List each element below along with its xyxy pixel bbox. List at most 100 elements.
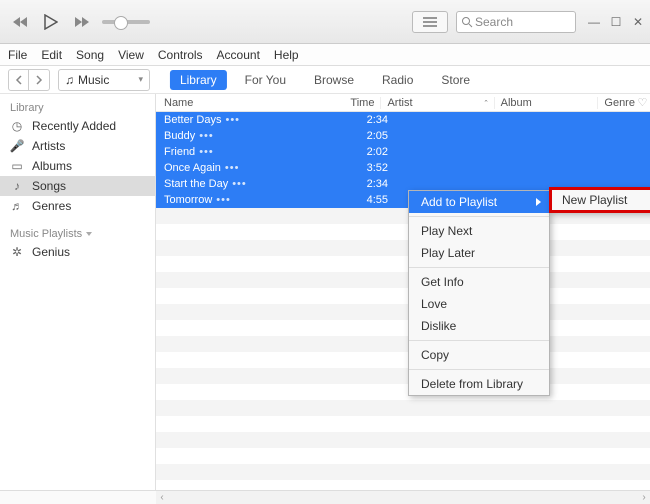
menu-edit[interactable]: Edit — [41, 48, 62, 62]
list-view-button[interactable] — [412, 11, 448, 33]
menu-file[interactable]: File — [8, 48, 27, 62]
sidebar-item-label: Albums — [32, 159, 72, 173]
maximize-button[interactable]: ☐ — [610, 15, 622, 29]
context-menu-item[interactable]: Play Later — [409, 242, 549, 264]
menu-separator — [409, 267, 549, 268]
tab-browse[interactable]: Browse — [304, 70, 364, 90]
more-icon[interactable]: ••• — [199, 146, 214, 158]
context-menu-item[interactable]: Delete from Library — [409, 373, 549, 395]
submenu-arrow-icon — [536, 198, 541, 206]
context-menu-item[interactable]: Add to Playlist — [409, 191, 549, 213]
col-name[interactable]: Name — [156, 97, 337, 109]
menubar: File Edit Song View Controls Account Hel… — [0, 44, 650, 66]
track-name: Start the Day — [164, 178, 228, 190]
col-album[interactable]: Album — [494, 97, 598, 109]
context-menu-item[interactable]: Dislike — [409, 315, 549, 337]
track-time: 2:05 — [348, 130, 394, 142]
table-row[interactable]: Better Days ••• 2:34 — [156, 112, 650, 128]
context-menu-item[interactable]: Love — [409, 293, 549, 315]
tab-library[interactable]: Library — [170, 70, 227, 90]
sidebar-item-label: Artists — [32, 139, 65, 153]
sidebar-item-albums[interactable]: ▭ Albums — [0, 156, 155, 176]
menu-account[interactable]: Account — [217, 48, 260, 62]
menu-song[interactable]: Song — [76, 48, 104, 62]
context-menu-item[interactable]: Copy — [409, 344, 549, 366]
play-button[interactable] — [42, 13, 60, 31]
more-icon[interactable]: ••• — [216, 194, 231, 206]
menu-separator — [409, 340, 549, 341]
context-submenu-new-playlist[interactable]: New Playlist — [549, 187, 650, 213]
sidebar-item-label: Recently Added — [32, 119, 116, 133]
menu-help[interactable]: Help — [274, 48, 299, 62]
search-icon — [461, 16, 473, 28]
volume-slider[interactable] — [102, 20, 150, 24]
tab-for-you[interactable]: For You — [235, 70, 296, 90]
sort-indicator-icon: ˆ — [485, 99, 488, 109]
col-genre[interactable]: Genre — [597, 97, 635, 109]
note-icon: ♪ — [10, 179, 24, 193]
table-row[interactable]: Friend ••• 2:02 — [156, 144, 650, 160]
sidebar-item-recently-added[interactable]: ◷ Recently Added — [0, 116, 155, 136]
titlebar: Search — ☐ ✕ — [0, 0, 650, 44]
menu-separator — [409, 216, 549, 217]
sidebar-item-label: Genres — [32, 199, 71, 213]
minimize-button[interactable]: — — [588, 15, 600, 29]
col-artist[interactable]: Artistˆ — [380, 97, 493, 109]
sidebar-item-genres[interactable]: ♬ Genres — [0, 196, 155, 216]
genius-icon: ✲ — [10, 245, 24, 259]
track-name: Once Again — [164, 162, 221, 174]
col-time[interactable]: Time — [337, 97, 381, 109]
tab-store[interactable]: Store — [431, 70, 480, 90]
track-name: Friend — [164, 146, 195, 158]
more-icon[interactable]: ••• — [225, 162, 240, 174]
source-label: Music — [78, 73, 109, 87]
context-menu: Add to Playlist Play NextPlay Later Get In… — [408, 190, 550, 396]
close-button[interactable]: ✕ — [632, 15, 644, 29]
sidebar: Library ◷ Recently Added 🎤 Artists ▭ Alb… — [0, 94, 156, 490]
more-icon[interactable]: ••• — [232, 178, 247, 190]
submenu-label: New Playlist — [562, 193, 627, 207]
genres-icon: ♬ — [10, 199, 24, 213]
context-menu-item[interactable]: Play Next — [409, 220, 549, 242]
prev-track-button[interactable] — [12, 13, 30, 31]
menu-controls[interactable]: Controls — [158, 48, 203, 62]
more-icon[interactable]: ••• — [199, 130, 214, 142]
sidebar-item-label: Genius — [32, 245, 70, 259]
col-loved[interactable]: ♡ — [635, 96, 650, 109]
back-button[interactable] — [9, 70, 29, 90]
horizontal-scrollbar[interactable]: ‹ › — [156, 491, 650, 504]
sidebar-item-genius[interactable]: ✲ Genius — [0, 242, 155, 262]
bottom-bar: ‹ › — [0, 490, 650, 504]
next-track-button[interactable] — [72, 13, 90, 31]
sidebar-item-songs[interactable]: ♪ Songs — [0, 176, 155, 196]
table-row[interactable]: Buddy ••• 2:05 — [156, 128, 650, 144]
context-menu-item[interactable]: Get Info — [409, 271, 549, 293]
mic-icon: 🎤 — [10, 139, 24, 153]
track-time: 4:55 — [348, 194, 394, 206]
track-name: Tomorrow — [164, 194, 212, 206]
forward-button[interactable] — [29, 70, 49, 90]
track-name: Better Days — [164, 114, 221, 126]
search-input[interactable]: Search — [456, 11, 576, 33]
clock-icon: ◷ — [10, 119, 24, 133]
sidebar-head-playlists[interactable]: Music Playlists — [0, 224, 155, 242]
track-time: 2:34 — [348, 178, 394, 190]
track-name: Buddy — [164, 130, 195, 142]
track-time: 2:02 — [348, 146, 394, 158]
music-icon: ♫ — [65, 73, 74, 87]
table-row[interactable]: Once Again•••3:52 — [156, 160, 650, 176]
track-time: 2:34 — [348, 114, 394, 126]
more-icon[interactable]: ••• — [225, 114, 240, 126]
menu-separator — [409, 369, 549, 370]
navigation-bar: ♫ Music ▾ Library For You Browse Radio S… — [0, 66, 650, 94]
tab-radio[interactable]: Radio — [372, 70, 423, 90]
scroll-left-icon[interactable]: ‹ — [156, 491, 168, 504]
menu-view[interactable]: View — [118, 48, 144, 62]
search-placeholder: Search — [475, 15, 513, 29]
sidebar-item-artists[interactable]: 🎤 Artists — [0, 136, 155, 156]
track-list: Name Time Artistˆ Album Genre ♡ Better D… — [156, 94, 650, 490]
media-source-select[interactable]: ♫ Music ▾ — [58, 69, 150, 91]
scroll-right-icon[interactable]: › — [638, 491, 650, 504]
top-tabs: Library For You Browse Radio Store — [170, 70, 480, 90]
column-headers: Name Time Artistˆ Album Genre ♡ — [156, 94, 650, 112]
